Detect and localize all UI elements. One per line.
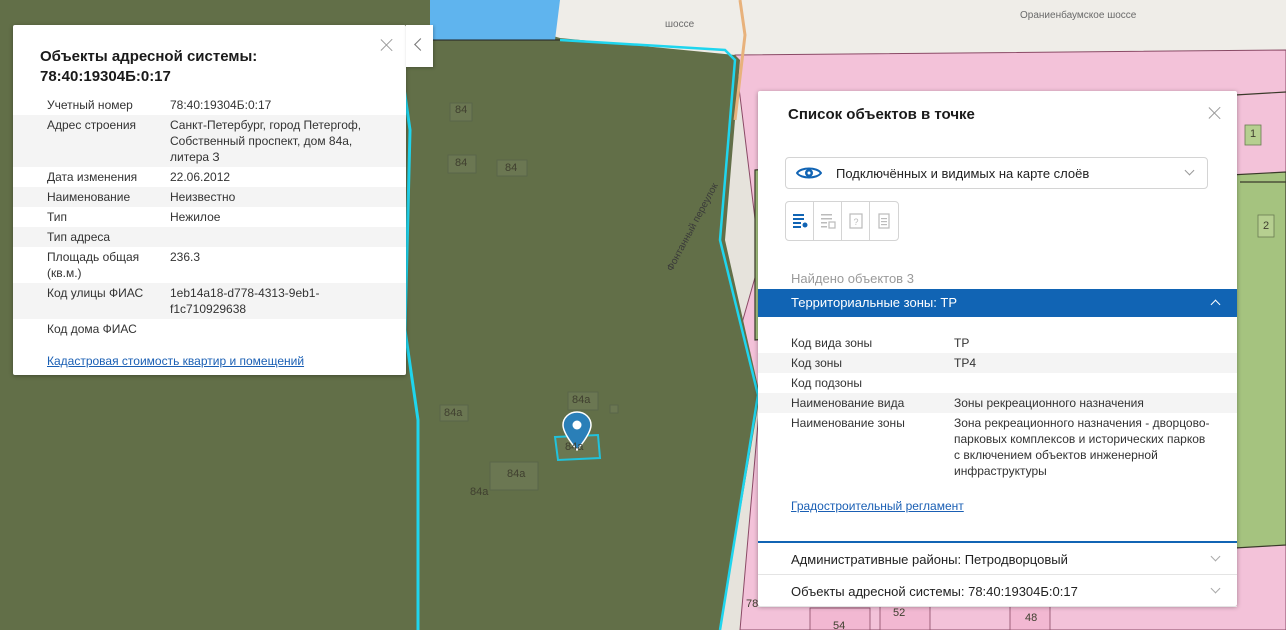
eye-icon	[796, 167, 822, 179]
chevron-up-icon	[1210, 299, 1221, 310]
building-label: 84а	[572, 394, 591, 406]
table-row: Площадь общая (кв.м.) 236.3	[13, 247, 406, 283]
attr-value: 236.3	[170, 250, 201, 264]
close-icon[interactable]	[379, 37, 395, 53]
attr-key: Дата изменения	[47, 170, 138, 184]
table-row: Код дома ФИАС	[13, 319, 406, 339]
attr-value: Нежилое	[170, 210, 221, 224]
attr-key: Тип адреса	[47, 230, 111, 244]
building-label: 84	[455, 157, 468, 169]
table-row: Дата изменения 22.06.2012	[13, 167, 406, 187]
svg-text:?: ?	[853, 217, 858, 227]
attribute-table: Учетный номер 78:40:19304Б:0:17 Адрес ст…	[13, 95, 406, 339]
table-row: Наименование зоны Зона рекреационного на…	[758, 413, 1237, 481]
building-label: 1	[1250, 128, 1257, 140]
attr-key: Код подзоны	[791, 376, 862, 390]
zone-attribute-table: Код вида зоны ТР Код зоны ТР4 Код подзон…	[758, 333, 1237, 481]
attr-key: Код улицы ФИАС	[47, 286, 144, 300]
document-icon	[878, 213, 890, 229]
table-row: Наименование вида Зоны рекреационного на…	[758, 393, 1237, 413]
building-label: 52	[893, 607, 906, 619]
table-row: Код улицы ФИАС 1eb14a18-d778-4313-9eb1-f…	[13, 283, 406, 319]
objects-at-point-panel: Список объектов в точке Подключённых и в…	[758, 91, 1237, 607]
list-table-icon	[821, 214, 836, 229]
road-label-oranienbaum: Ораниенбаумское шоссе	[1020, 10, 1137, 21]
list-view-button[interactable]	[786, 202, 814, 240]
cadastral-value-link[interactable]: Кадастровая стоимость квартир и помещени…	[47, 354, 304, 368]
attr-value: ТР	[954, 336, 970, 350]
attr-key: Наименование вида	[791, 396, 905, 410]
attr-value	[954, 375, 1237, 391]
attr-key: Тип	[47, 210, 68, 224]
table-row: Код зоны ТР4	[758, 353, 1237, 373]
collapse-panel-button[interactable]	[406, 25, 433, 67]
attr-key: Наименование	[47, 190, 131, 204]
building-label: 84	[505, 162, 518, 174]
help-view-button[interactable]: ?	[842, 202, 870, 240]
attr-value: 1eb14a18-d778-4313-9eb1-f1c710929638	[170, 286, 320, 316]
table-view-button[interactable]	[814, 202, 842, 240]
attr-key: Код зоны	[791, 356, 843, 370]
attr-value: 22.06.2012	[170, 170, 231, 184]
building-label: 84а	[507, 468, 526, 480]
attr-key: Код дома ФИАС	[47, 322, 137, 336]
territorial-zones-header[interactable]: Территориальные зоны: ТР	[758, 289, 1237, 317]
accordion-label: Объекты адресной системы: 78:40:19304Б:0…	[791, 584, 1078, 599]
building-label: 84а	[565, 441, 584, 453]
table-row: Код вида зоны ТР	[758, 333, 1237, 353]
attr-key: Площадь общая (кв.м.)	[47, 250, 140, 280]
attr-value: Санкт-Петербург, город Петергоф, Собстве…	[170, 118, 362, 164]
accordion-address-objects[interactable]: Объекты адресной системы: 78:40:19304Б:0…	[758, 575, 1237, 607]
chevron-down-icon	[1210, 583, 1221, 594]
building-label: 84а	[444, 407, 463, 419]
table-row: Учетный номер 78:40:19304Б:0:17	[13, 95, 406, 115]
water-area	[430, 0, 560, 40]
address-object-popup: Объекты адресной системы: 78:40:19304Б:0…	[13, 25, 406, 375]
help-icon: ?	[849, 213, 863, 229]
attr-key: Код вида зоны	[791, 336, 873, 350]
table-row: Тип адреса	[13, 227, 406, 247]
urban-regulation-link[interactable]: Градостроительный регламент	[791, 499, 964, 513]
view-mode-toolbar: ?	[785, 201, 899, 241]
panel-title: Список объектов в точке	[788, 106, 975, 123]
attr-key: Учетный номер	[47, 98, 133, 112]
building-label: 84а	[470, 486, 489, 498]
chevron-down-icon	[1210, 551, 1221, 562]
attr-key: Адрес строения	[47, 118, 137, 132]
attr-value: ТР4	[954, 356, 977, 370]
building-label: 78	[746, 598, 759, 610]
popup-title: Объекты адресной системы: 78:40:19304Б:0…	[40, 48, 258, 85]
building-label: 54	[833, 620, 846, 630]
road-label-shosse: шоссе	[665, 19, 695, 30]
attr-value	[170, 229, 406, 245]
layer-filter-select[interactable]: Подключённых и видимых на карте слоёв	[785, 157, 1208, 189]
accordion-label: Административные районы: Петродворцовый	[791, 552, 1068, 567]
table-row: Адрес строения Санкт-Петербург, город Пе…	[13, 115, 406, 167]
table-row: Тип Нежилое	[13, 207, 406, 227]
building-label: 84	[455, 104, 468, 116]
document-view-button[interactable]	[870, 202, 898, 240]
zone-header-label: Территориальные зоны: ТР	[791, 295, 958, 310]
layer-filter-value: Подключённых и видимых на карте слоёв	[836, 166, 1090, 181]
list-marker-icon	[793, 214, 808, 228]
table-row: Наименование Неизвестно	[13, 187, 406, 207]
attr-value: 78:40:19304Б:0:17	[170, 98, 272, 112]
chevron-left-icon	[414, 38, 427, 51]
close-icon[interactable]	[1207, 105, 1223, 121]
attr-key: Наименование зоны	[791, 416, 905, 430]
building-label: 2	[1263, 220, 1270, 232]
table-row: Код подзоны	[758, 373, 1237, 393]
found-count: Найдено объектов 3	[791, 271, 914, 286]
chevron-down-icon	[1184, 165, 1195, 176]
accordion-admin-districts[interactable]: Административные районы: Петродворцовый	[758, 543, 1237, 575]
building-label: 48	[1025, 612, 1038, 624]
attr-value: Неизвестно	[170, 190, 236, 204]
attr-value: Зоны рекреационного назначения	[954, 396, 1144, 410]
attr-value: Зона рекреационного назначения - дворцов…	[954, 416, 1210, 478]
attr-value	[170, 321, 406, 337]
